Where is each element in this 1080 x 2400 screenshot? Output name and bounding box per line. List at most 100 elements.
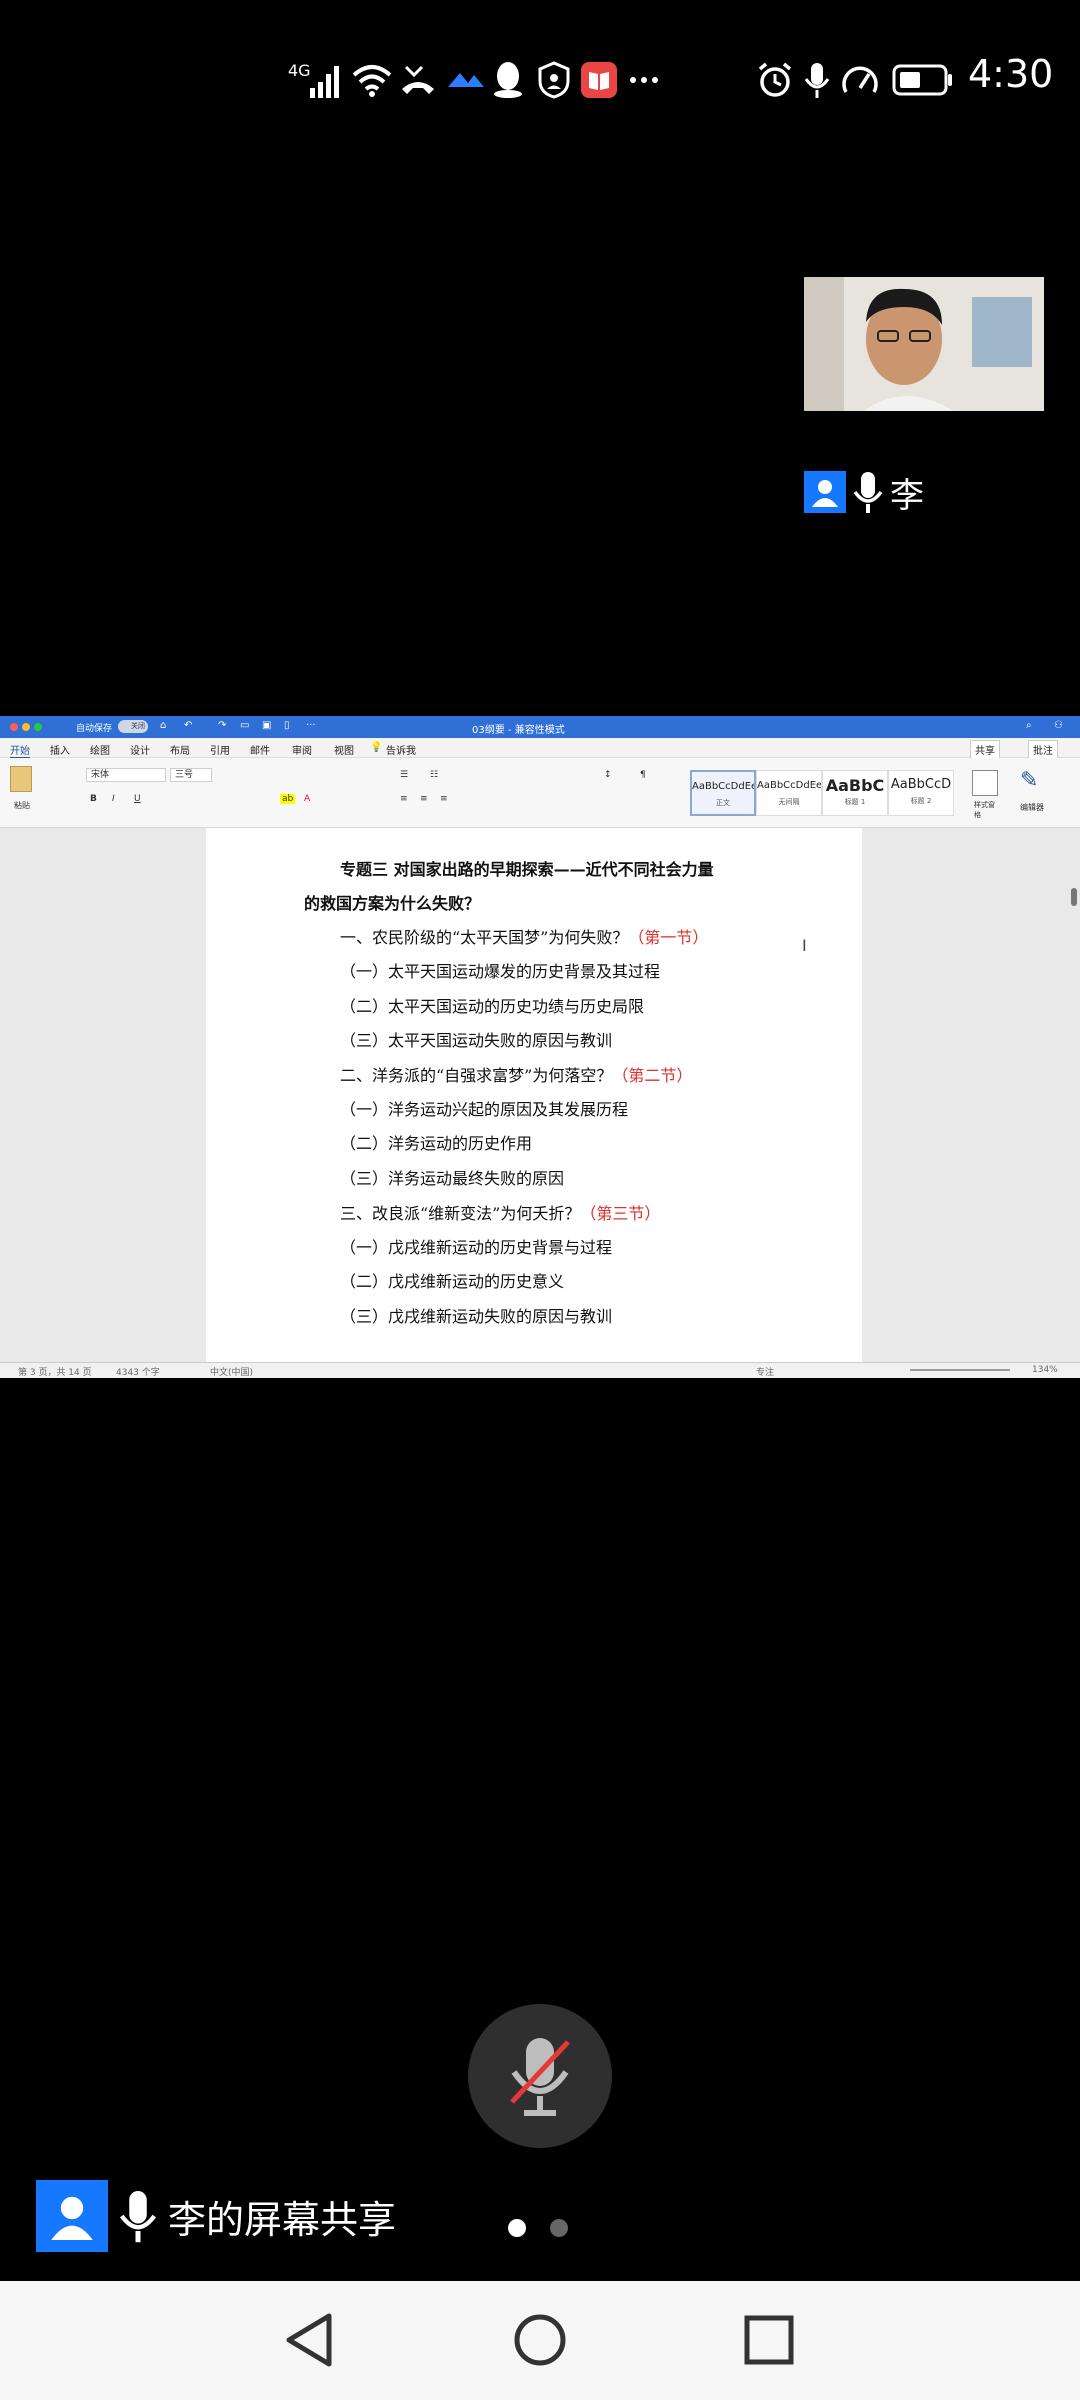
vertical-scrollbar[interactable]	[1071, 888, 1077, 906]
book-icon	[580, 58, 618, 102]
share-button[interactable]: 共享	[970, 740, 1000, 759]
numbering-icon[interactable]: ☷	[430, 770, 438, 780]
tab-design[interactable]: 设计	[130, 742, 150, 757]
avatar-icon	[36, 2180, 108, 2252]
paste-label: 粘贴	[14, 801, 30, 810]
app-icon	[446, 58, 486, 102]
tab-layout[interactable]: 布局	[170, 742, 190, 757]
zoom-level: 134%	[1032, 1365, 1058, 1375]
underline-button[interactable]: U	[134, 794, 141, 804]
editor-label: 编辑器	[1020, 803, 1044, 812]
style-no-spacing[interactable]: AaBbCcDdEe 无间隔	[756, 770, 822, 816]
back-icon[interactable]	[276, 2307, 342, 2373]
tab-home[interactable]: 开始	[10, 742, 30, 759]
font-color-icon[interactable]: A	[304, 794, 310, 804]
navigation-bar	[0, 2281, 1080, 2400]
home-icon[interactable]: ⌂	[160, 720, 166, 731]
home-icon[interactable]	[507, 2307, 573, 2373]
doc-heading-2: 二、洋务派的“自强求富梦”为何落空？（第二节）	[340, 1066, 693, 1085]
comment-button[interactable]: 批注	[1028, 740, 1058, 759]
shield-icon	[536, 58, 572, 102]
doc-heading-3: 三、改良派“维新变法”为何夭折？（第三节）	[340, 1204, 661, 1223]
doc-title-line-2: 的救国方案为什么失败？	[304, 894, 481, 913]
sort-icon[interactable]: ↕	[604, 770, 612, 780]
document-canvas[interactable]: 专题三 对国家出路的早期探索——近代不同社会力量 的救国方案为什么失败？ 一、农…	[0, 828, 1080, 1362]
align-center-icon[interactable]: ≡	[420, 794, 428, 804]
ribbon-toolbar: 粘贴 宋体 三号 B I U A ab ☰ ☷ ≡ ≡ ≡ ↕ ¶ AaBbCc…	[0, 758, 1080, 828]
bold-button[interactable]: B	[90, 794, 97, 804]
doc-subheading: （二）戊戌维新运动的历史意义	[340, 1272, 565, 1291]
screen-share-text: 李的屏幕共享	[168, 2197, 397, 2242]
word-count: 4343 个字	[116, 1368, 160, 1378]
video-frame-image	[804, 277, 1044, 411]
missed-call-icon	[398, 58, 438, 102]
recents-icon[interactable]	[736, 2307, 802, 2373]
tab-view[interactable]: 视图	[334, 742, 354, 757]
clock-time: 4:30	[968, 52, 1054, 96]
network-type-label: 4G	[288, 61, 311, 80]
text-cursor-icon: I	[802, 936, 807, 955]
close-window-icon[interactable]	[10, 723, 18, 731]
document-page[interactable]: 专题三 对国家出路的早期探索——近代不同社会力量 的救国方案为什么失败？ 一、农…	[206, 828, 862, 1362]
focus-label[interactable]: 专注	[756, 1365, 774, 1378]
style-heading-1[interactable]: AaBbC 标题 1	[822, 770, 888, 816]
doc-heading-1: 一、农民阶级的“太平天国梦”为何失败？（第一节）	[340, 928, 709, 947]
maximize-window-icon[interactable]	[34, 723, 42, 731]
page-indicator	[508, 2219, 568, 2237]
save-icon[interactable]: ▣	[262, 720, 271, 731]
font-size-select[interactable]: 三号	[170, 768, 212, 782]
doc-subheading: （一）戊戌维新运动的历史背景与过程	[340, 1238, 613, 1257]
alarm-icon	[756, 58, 794, 102]
shared-screen[interactable]: 自动保存 关闭 ⌂ ↶ ↷ ▭ ▣ ▯ ··· 03纲要 - 兼容性模式 ⌕ ⚇…	[0, 716, 1080, 1378]
paste-icon[interactable]	[10, 766, 32, 792]
tab-draw[interactable]: 绘图	[90, 742, 110, 757]
redo-icon[interactable]: ↷	[218, 720, 226, 731]
participant-video-thumbnail[interactable]	[804, 277, 1044, 411]
style-normal[interactable]: AaBbCcDdEe 正文	[690, 770, 756, 816]
qq-icon	[490, 58, 526, 102]
editor-icon[interactable]: ✎	[1020, 768, 1038, 793]
print-icon[interactable]: ▭	[240, 720, 249, 731]
mute-toggle-button[interactable]	[468, 2004, 612, 2148]
bullets-icon[interactable]: ☰	[400, 770, 408, 780]
window-titlebar: 自动保存 关闭 ⌂ ↶ ↷ ▭ ▣ ▯ ··· 03纲要 - 兼容性模式 ⌕ ⚇	[0, 716, 1080, 738]
more-icon[interactable]: ···	[306, 720, 316, 731]
show-marks-icon[interactable]: ¶	[640, 770, 646, 780]
screen-share-label: 李的屏幕共享	[36, 2180, 396, 2252]
new-doc-icon[interactable]: ▯	[284, 720, 290, 731]
page-count: 第 3 页，共 14 页	[18, 1368, 92, 1378]
tab-tell-me[interactable]: 告诉我	[386, 742, 416, 757]
signal-icon: 4G	[286, 58, 346, 102]
avatar-icon	[804, 471, 846, 513]
page-dot[interactable]	[550, 2219, 568, 2237]
highlight-icon[interactable]: ab	[280, 794, 296, 804]
battery-icon	[892, 58, 954, 102]
align-left-icon[interactable]: ≡	[400, 794, 408, 804]
tab-insert[interactable]: 插入	[50, 742, 70, 757]
account-icon[interactable]: ⚇	[1054, 720, 1063, 731]
tab-review[interactable]: 审阅	[292, 742, 312, 757]
minimize-window-icon[interactable]	[22, 723, 30, 731]
styles-pane-icon[interactable]	[972, 770, 998, 796]
doc-title-line-1: 专题三 对国家出路的早期探索——近代不同社会力量	[340, 860, 714, 879]
zoom-slider[interactable]	[910, 1369, 1010, 1371]
wifi-icon	[352, 58, 392, 102]
participant-label: 李	[804, 470, 924, 516]
autosave-toggle[interactable]: 关闭	[118, 720, 148, 733]
style-heading-2[interactable]: AaBbCcD 标题 2	[888, 770, 954, 816]
autosave-label: 自动保存	[76, 724, 113, 734]
status-bar: 4G 4:30	[0, 0, 1080, 160]
italic-button[interactable]: I	[112, 794, 115, 804]
font-name-select[interactable]: 宋体	[86, 768, 166, 782]
language-label: 中文(中国)	[210, 1368, 254, 1378]
page-dot[interactable]	[508, 2219, 526, 2237]
tab-mailings[interactable]: 邮件	[250, 742, 270, 757]
undo-icon[interactable]: ↶	[184, 720, 192, 731]
tab-references[interactable]: 引用	[210, 742, 230, 757]
doc-subheading: （一）太平天国运动爆发的历史背景及其过程	[340, 962, 661, 981]
search-icon[interactable]: ⌕	[1026, 720, 1032, 731]
styles-pane-label: 样式窗格	[974, 801, 995, 819]
align-right-icon[interactable]: ≡	[440, 794, 448, 804]
mic-icon	[853, 472, 883, 513]
lightbulb-icon: 💡	[370, 742, 383, 753]
